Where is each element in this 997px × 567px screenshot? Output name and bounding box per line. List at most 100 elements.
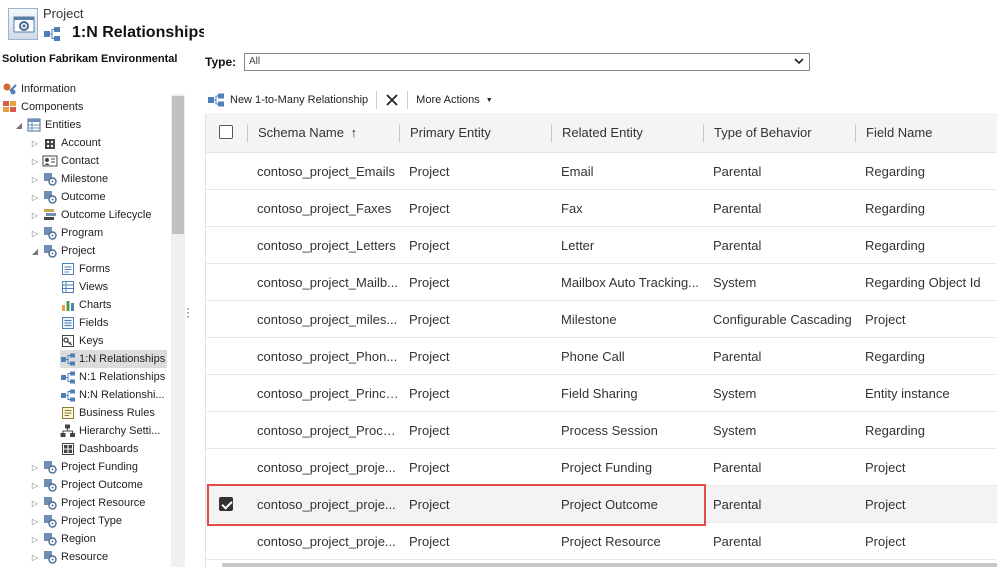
- collapsed-arrow-icon[interactable]: ▷: [30, 499, 40, 508]
- column-header-schema-name[interactable]: Schema Name ↑: [247, 124, 357, 142]
- table-row[interactable]: contoso_project_Mailb... Project Mailbox A…: [206, 264, 997, 301]
- tree-item[interactable]: Components: [2, 98, 83, 116]
- tree-item[interactable]: ▷ Region: [30, 530, 96, 548]
- cell-primary: Project: [409, 238, 450, 253]
- tree-item[interactable]: ▷ Project Outcome: [30, 476, 143, 494]
- table-row[interactable]: contoso_project_Emails Project Email Parent…: [206, 153, 997, 190]
- tree-item[interactable]: ▷ Contact: [30, 152, 99, 170]
- cell-behavior: System: [713, 386, 757, 401]
- table-row[interactable]: contoso_project_proje... Project Project F…: [206, 449, 997, 486]
- column-label: Related Entity: [562, 125, 643, 140]
- table-row[interactable]: contoso_project_Letters Project Letter Pare…: [206, 227, 997, 264]
- new-relationship-button[interactable]: New 1-to-Many Relationship: [205, 89, 370, 111]
- tree-item[interactable]: Forms: [60, 260, 110, 278]
- tree-item[interactable]: N:1 Relationships: [60, 368, 165, 386]
- tree-item-label: Region: [61, 533, 96, 545]
- cell-related: Project Funding: [561, 460, 653, 475]
- delete-button[interactable]: [383, 89, 401, 111]
- expanded-arrow-icon[interactable]: ◢: [30, 247, 40, 256]
- tree-item[interactable]: Fields: [60, 314, 108, 332]
- project-type-entity-icon: [42, 514, 58, 528]
- tree-item[interactable]: Information: [2, 80, 76, 98]
- tree-item[interactable]: Views: [60, 278, 108, 296]
- column-header-primary-entity[interactable]: Primary Entity: [399, 124, 491, 142]
- grid-horizontal-scrollbar[interactable]: [222, 563, 997, 567]
- tree-item[interactable]: ▷ Project Type: [30, 512, 122, 530]
- collapsed-arrow-icon[interactable]: ▷: [30, 193, 40, 202]
- row-checkbox[interactable]: [219, 497, 233, 511]
- tree-item[interactable]: ▷ Account: [30, 134, 101, 152]
- column-header-related-entity[interactable]: Related Entity: [551, 124, 643, 142]
- tree-item[interactable]: ▷ Outcome: [30, 188, 106, 206]
- tree-item-label: Views: [79, 281, 109, 293]
- collapsed-arrow-icon[interactable]: ▷: [30, 553, 40, 562]
- collapsed-arrow-icon[interactable]: ▷: [30, 481, 40, 490]
- cell-schema: contoso_project_Letters: [257, 238, 396, 253]
- cell-related: Phone Call: [561, 349, 625, 364]
- column-header-type-of-behavior[interactable]: Type of Behavior: [703, 124, 812, 142]
- milestone-entity-icon: [42, 172, 58, 186]
- solution-explorer-sidebar: Solution Fabrikam Environmental Informat…: [0, 50, 187, 567]
- tree-item-label: Project Resource: [61, 497, 146, 509]
- table-row[interactable]: contoso_project_Faxes Project Fax Parental R…: [206, 190, 997, 227]
- tree-item-label: N:1 Relationships: [79, 371, 166, 383]
- cell-field: Regarding Object Id: [865, 275, 981, 290]
- tree-item-label: Forms: [79, 263, 111, 275]
- tree-item-label: Project Outcome: [61, 479, 143, 491]
- tree-item[interactable]: ◢ Project: [30, 242, 95, 260]
- tree-item-label: Program: [61, 227, 104, 239]
- table-row[interactable]: contoso_project_Proce... Project Process S…: [206, 412, 997, 449]
- many-to-one-icon: [60, 370, 76, 384]
- tree-item[interactable]: Hierarchy Setti...: [60, 422, 160, 440]
- cell-schema: contoso_project_Emails: [257, 164, 396, 179]
- tree-item-label: Hierarchy Setti...: [79, 425, 161, 437]
- cell-field: Regarding: [865, 238, 925, 253]
- tree-item[interactable]: ▷ Resource: [30, 548, 108, 566]
- cell-related: Mailbox Auto Tracking...: [561, 275, 700, 290]
- tree-item[interactable]: Keys: [60, 332, 103, 350]
- cell-behavior: Parental: [713, 164, 762, 179]
- collapsed-arrow-icon[interactable]: ▷: [30, 517, 40, 526]
- table-row[interactable]: contoso_project_proje... Project Project O…: [206, 486, 997, 523]
- collapsed-arrow-icon[interactable]: ▷: [30, 139, 40, 148]
- tree-item[interactable]: ▷ Program: [30, 224, 103, 242]
- expanded-arrow-icon[interactable]: ◢: [14, 121, 24, 130]
- cell-field: Regarding: [865, 201, 925, 216]
- tree-item[interactable]: ▷ Project Funding: [30, 458, 138, 476]
- tree-item[interactable]: Business Rules: [60, 404, 155, 422]
- sidebar-scrollbar-thumb[interactable]: [172, 96, 184, 234]
- tree-item-label: Components: [21, 101, 84, 113]
- cell-behavior: Parental: [713, 238, 762, 253]
- page-title: 1:N Relationships: [72, 24, 204, 41]
- cell-field: Regarding: [865, 349, 925, 364]
- cell-field: Project: [865, 460, 906, 475]
- pane-splitter-handle[interactable]: · · ·: [186, 302, 190, 322]
- more-actions-button[interactable]: More Actions ▼: [414, 89, 495, 111]
- tree-item[interactable]: N:N Relationshi...: [60, 386, 165, 404]
- table-row[interactable]: contoso_project_proje... Project Project R…: [206, 523, 997, 560]
- collapsed-arrow-icon[interactable]: ▷: [30, 463, 40, 472]
- tree-item[interactable]: ▷ Outcome Lifecycle: [30, 206, 151, 224]
- collapsed-arrow-icon[interactable]: ▷: [30, 211, 40, 220]
- tree-item[interactable]: ▷ Project Resource: [30, 494, 145, 512]
- tree-item[interactable]: ◢ Entities: [14, 116, 81, 134]
- collapsed-arrow-icon[interactable]: ▷: [30, 157, 40, 166]
- table-row[interactable]: contoso_project_miles... Project Milestone…: [206, 301, 997, 338]
- type-filter-select[interactable]: All: [244, 53, 810, 71]
- collapsed-arrow-icon[interactable]: ▷: [30, 175, 40, 184]
- tree-item[interactable]: Dashboards: [60, 440, 138, 458]
- forms-icon: [60, 262, 76, 276]
- tree-item[interactable]: 1:N Relationships: [60, 350, 168, 368]
- table-row[interactable]: contoso_project_Princi... Project Field Sh…: [206, 375, 997, 412]
- project-resource-entity-icon: [42, 496, 58, 510]
- collapsed-arrow-icon[interactable]: ▷: [30, 229, 40, 238]
- tree-item[interactable]: Charts: [60, 296, 111, 314]
- tree-item[interactable]: ▷ Milestone: [30, 170, 108, 188]
- cell-behavior: System: [713, 275, 757, 290]
- select-all-checkbox[interactable]: [219, 125, 233, 139]
- column-header-field-name[interactable]: Field Name: [855, 124, 932, 142]
- cell-primary: Project: [409, 275, 450, 290]
- collapsed-arrow-icon[interactable]: ▷: [30, 535, 40, 544]
- table-row[interactable]: contoso_project_Phon... Project Phone Call…: [206, 338, 997, 375]
- delete-x-icon: [385, 93, 399, 107]
